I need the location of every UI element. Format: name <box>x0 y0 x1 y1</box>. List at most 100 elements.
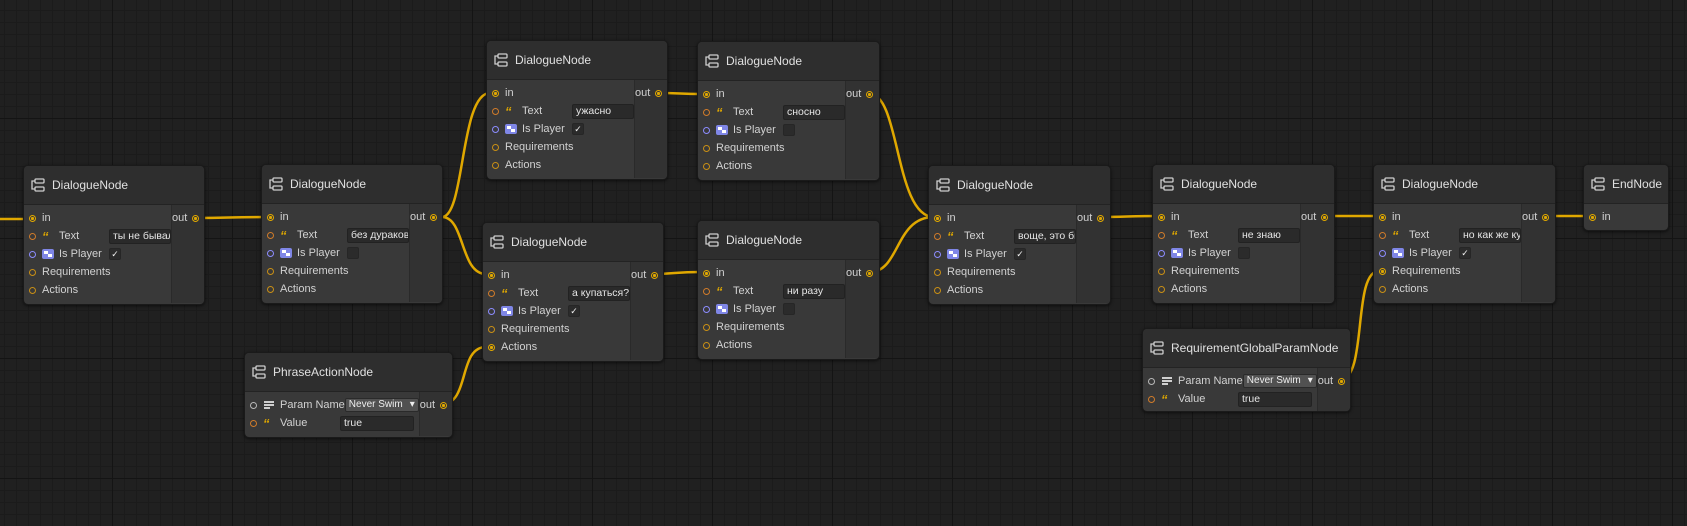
port-dot[interactable] <box>29 214 36 222</box>
port-dot[interactable] <box>488 289 495 297</box>
port-dot[interactable] <box>703 305 710 313</box>
port-dot[interactable] <box>934 232 941 240</box>
port-dot[interactable] <box>492 143 499 151</box>
dialogue-node[interactable]: DialogueNode in “ Text воще, это бь Is Pla… <box>928 165 1111 305</box>
requirements-row[interactable]: Requirements <box>1374 262 1521 280</box>
port-dot[interactable] <box>934 214 941 222</box>
node-header[interactable]: DialogueNode <box>262 165 442 204</box>
port-dot[interactable] <box>651 271 659 279</box>
is-player-checkbox[interactable] <box>783 303 795 315</box>
end-node[interactable]: EndNode in <box>1583 164 1669 231</box>
actions-row[interactable]: Actions <box>1153 280 1300 298</box>
port-dot[interactable] <box>250 419 257 427</box>
port-dot[interactable] <box>866 269 874 277</box>
port-dot[interactable] <box>1379 285 1386 293</box>
port-dot[interactable] <box>1589 213 1596 221</box>
node-header[interactable]: DialogueNode <box>929 166 1110 205</box>
node-header[interactable]: DialogueNode <box>1374 165 1555 204</box>
actions-row[interactable]: Actions <box>1374 280 1521 298</box>
port-dot[interactable] <box>29 286 36 294</box>
dialogue-node[interactable]: DialogueNode in “ Text ужасно Is Player ✓ R… <box>486 40 668 180</box>
requirements-row[interactable]: Requirements <box>698 318 845 336</box>
port-dot[interactable] <box>703 341 710 349</box>
port-in[interactable]: in <box>698 264 845 282</box>
is-player-checkbox[interactable] <box>1238 247 1250 259</box>
port-dot[interactable] <box>703 90 710 98</box>
value-field[interactable]: true <box>1238 391 1312 407</box>
port-dot[interactable] <box>1097 214 1105 222</box>
port-dot[interactable] <box>934 286 941 294</box>
port-in[interactable]: in <box>487 84 634 102</box>
port-dot[interactable] <box>492 125 499 133</box>
port-out[interactable]: out <box>1301 208 1334 226</box>
port-dot[interactable] <box>1158 285 1165 293</box>
is-player-checkbox[interactable]: ✓ <box>1459 247 1471 259</box>
node-header[interactable]: DialogueNode <box>698 42 879 81</box>
port-dot[interactable] <box>1379 213 1386 221</box>
dialogue-node[interactable]: DialogueNode in “ Text но как же ку Is Pla… <box>1373 164 1556 304</box>
node-header[interactable]: PhraseActionNode <box>245 353 452 392</box>
port-dot[interactable] <box>1148 395 1155 403</box>
port-dot[interactable] <box>1379 249 1386 257</box>
port-dot[interactable] <box>192 214 200 222</box>
port-dot[interactable] <box>1148 377 1155 385</box>
port-in[interactable]: in <box>698 85 845 103</box>
is-player-checkbox[interactable]: ✓ <box>1014 248 1026 260</box>
param-name-dropdown[interactable]: Never Swim ▾ <box>344 398 419 412</box>
requirement-global-param-node[interactable]: RequirementGlobalParamNode Param Name Nev… <box>1142 328 1351 412</box>
is-player-checkbox[interactable]: ✓ <box>568 305 580 317</box>
port-dot[interactable] <box>703 162 710 170</box>
text-field[interactable]: не знаю <box>1238 227 1300 243</box>
is-player-checkbox[interactable] <box>783 124 795 136</box>
port-in[interactable]: in <box>1374 208 1521 226</box>
dialogue-node[interactable]: DialogueNode in “ Text а купаться? Is Play… <box>482 222 664 362</box>
port-dot[interactable] <box>29 268 36 276</box>
dialogue-node[interactable]: DialogueNode in “ Text сносно Is Player Re… <box>697 41 880 181</box>
port-dot[interactable] <box>488 307 495 315</box>
param-name-dropdown[interactable]: Never Swim ▾ <box>1242 374 1317 388</box>
dialogue-node[interactable]: DialogueNode in “ Text ты не бывал Is Play… <box>23 165 205 305</box>
dialogue-node[interactable]: DialogueNode in “ Text не знаю Is Player R… <box>1152 164 1335 304</box>
is-player-checkbox[interactable]: ✓ <box>572 123 584 135</box>
dialogue-node[interactable]: DialogueNode in “ Text без дураков Is Play… <box>261 164 443 304</box>
port-dot[interactable] <box>267 213 274 221</box>
actions-row[interactable]: Actions <box>698 157 845 175</box>
port-in[interactable]: in <box>1153 208 1300 226</box>
port-dot[interactable] <box>492 89 499 97</box>
text-field[interactable]: но как же ку <box>1459 227 1521 243</box>
actions-row[interactable]: Actions <box>483 338 630 356</box>
port-out[interactable]: out <box>1522 208 1555 226</box>
node-header[interactable]: DialogueNode <box>698 221 879 260</box>
port-dot[interactable] <box>1321 213 1329 221</box>
port-dot[interactable] <box>267 285 274 293</box>
port-out[interactable]: out <box>420 396 452 414</box>
port-out[interactable]: out <box>631 266 663 284</box>
actions-row[interactable]: Actions <box>698 336 845 354</box>
node-header[interactable]: DialogueNode <box>1153 165 1334 204</box>
port-dot[interactable] <box>440 401 448 409</box>
text-field[interactable]: ужасно <box>572 103 634 119</box>
actions-row[interactable]: Actions <box>487 156 634 174</box>
port-dot[interactable] <box>655 89 663 97</box>
port-dot[interactable] <box>1158 249 1165 257</box>
node-header[interactable]: DialogueNode <box>24 166 204 205</box>
is-player-checkbox[interactable]: ✓ <box>109 248 121 260</box>
requirements-row[interactable]: Requirements <box>1153 262 1300 280</box>
port-dot[interactable] <box>703 287 710 295</box>
port-in[interactable]: in <box>483 266 630 284</box>
phrase-action-node[interactable]: PhraseActionNode Param Name Never Swim ▾ “… <box>244 352 453 438</box>
port-dot[interactable] <box>866 90 874 98</box>
port-dot[interactable] <box>703 269 710 277</box>
port-in[interactable]: in <box>262 208 409 226</box>
port-dot[interactable] <box>1542 213 1550 221</box>
requirements-row[interactable]: Requirements <box>929 263 1076 281</box>
port-dot[interactable] <box>703 144 710 152</box>
text-field[interactable]: воще, это бь <box>1014 228 1076 244</box>
port-dot[interactable] <box>703 323 710 331</box>
node-header[interactable]: DialogueNode <box>487 41 667 80</box>
port-dot[interactable] <box>703 108 710 116</box>
port-out[interactable]: out <box>1077 209 1110 227</box>
port-dot[interactable] <box>1158 267 1165 275</box>
port-dot[interactable] <box>703 126 710 134</box>
port-dot[interactable] <box>492 107 499 115</box>
